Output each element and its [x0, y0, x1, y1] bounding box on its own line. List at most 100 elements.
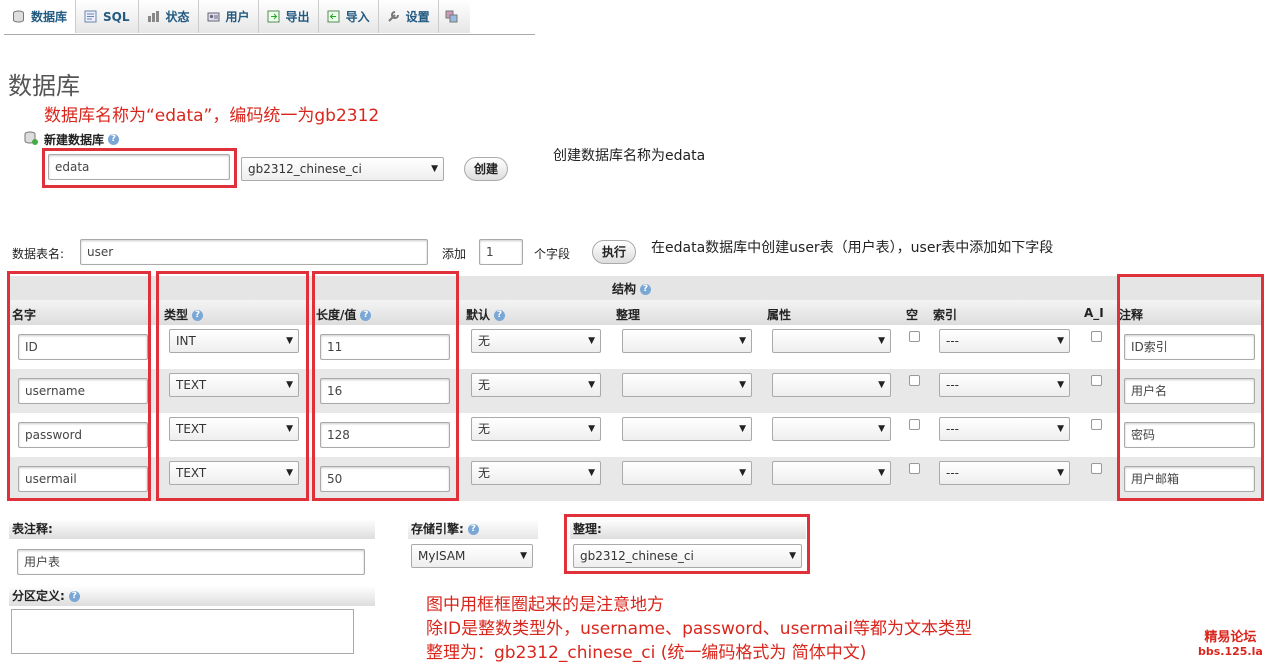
bottom-annotation-2: 除ID是整数类型外，username、password、usermail等都为文…: [426, 619, 973, 639]
field-default-select[interactable]: 无 ▼: [471, 373, 601, 397]
storage-engine-header: 存储引擎:?: [408, 519, 538, 539]
create-db-button[interactable]: 创建: [464, 157, 508, 181]
fields-label: 个字段: [534, 247, 571, 261]
field-index-select[interactable]: --- ▼: [939, 329, 1070, 353]
chevron-down-icon: ▼: [1057, 424, 1064, 434]
field-default-select[interactable]: 无 ▼: [471, 461, 601, 485]
tab-export[interactable]: 导出: [258, 0, 319, 33]
col-default: 默认?: [466, 306, 506, 323]
storage-engine-value: MyISAM: [418, 549, 466, 563]
help-icon[interactable]: ?: [494, 310, 506, 321]
field-index-select[interactable]: --- ▼: [939, 417, 1070, 441]
field-default-value: 无: [478, 466, 491, 480]
add-count-input[interactable]: 1: [479, 239, 523, 265]
field-attributes-select[interactable]: ▼: [772, 461, 891, 485]
storage-engine-select[interactable]: MyISAM ▼: [411, 544, 533, 568]
structure-label-text: 结构: [612, 282, 637, 296]
db-collation-select[interactable]: gb2312_chinese_ci ▼: [241, 157, 444, 181]
tab-settings-label: 设置: [405, 10, 430, 24]
tab-users-label: 用户: [225, 10, 250, 24]
field-index-value: ---: [946, 334, 959, 348]
col-ai: A_I: [1084, 306, 1104, 320]
watermark-line2: bbs.125.la: [1198, 645, 1263, 658]
chevron-down-icon: ▼: [739, 380, 746, 390]
help-icon[interactable]: ?: [68, 591, 80, 602]
field-attributes-select[interactable]: ▼: [772, 373, 891, 397]
field-collation-select[interactable]: ▼: [622, 461, 752, 485]
ai-checkbox[interactable]: [1091, 375, 1102, 386]
field-index-value: ---: [946, 378, 959, 392]
highlight-box-comment-column: [1117, 274, 1264, 501]
field-attributes-select[interactable]: ▼: [772, 417, 891, 441]
help-icon[interactable]: ?: [467, 524, 479, 535]
go-button[interactable]: 执行: [592, 240, 636, 264]
partition-label: 分区定义:: [12, 589, 65, 603]
table-comment-header: 表注释:: [9, 519, 375, 539]
db-collation-value: gb2312_chinese_ci: [248, 162, 362, 176]
table-comment-input[interactable]: 用户表: [17, 549, 365, 575]
new-db-header: 新建数据库 ?: [24, 131, 120, 148]
field-index-select[interactable]: --- ▼: [939, 373, 1070, 397]
highlight-box-collation: [564, 514, 810, 574]
help-icon[interactable]: ?: [108, 134, 120, 145]
tab-more[interactable]: [438, 0, 470, 33]
field-collation-select[interactable]: ▼: [622, 373, 752, 397]
table-name-input[interactable]: user: [80, 239, 428, 265]
page-title: 数据库: [8, 72, 80, 100]
structure-label: 结构?: [612, 280, 652, 297]
partition-textarea[interactable]: [11, 609, 354, 654]
add-label: 添加: [442, 247, 467, 261]
null-checkbox[interactable]: [909, 419, 920, 430]
tab-settings[interactable]: 设置: [378, 0, 439, 33]
chevron-down-icon: ▼: [1057, 336, 1064, 346]
tab-status-label: 状态: [165, 10, 190, 24]
chevron-down-icon: ▼: [1057, 380, 1064, 390]
tab-status[interactable]: 状态: [138, 0, 199, 33]
field-collation-select[interactable]: ▼: [622, 329, 752, 353]
tab-sql[interactable]: SQL: [76, 0, 139, 33]
highlight-box-length-column: [312, 271, 459, 501]
highlight-box-type-column: [156, 271, 309, 501]
storage-engine-label: 存储引擎:: [411, 522, 464, 536]
bottom-annotation-1: 图中用框框圈起来的是注意地方: [426, 595, 664, 615]
chevron-down-icon: ▼: [739, 424, 746, 434]
chevron-down-icon: ▼: [588, 380, 595, 390]
create-table-annotation: 在edata数据库中创建user表（用户表），user表中添加如下字段: [651, 240, 1054, 256]
ai-checkbox[interactable]: [1091, 463, 1102, 474]
chevron-down-icon: ▼: [520, 551, 527, 561]
col-collation: 整理: [616, 308, 641, 322]
help-icon[interactable]: ?: [640, 284, 652, 295]
field-attributes-select[interactable]: ▼: [772, 329, 891, 353]
tab-sql-label: SQL: [103, 9, 130, 24]
status-icon: [147, 10, 160, 23]
field-default-select[interactable]: 无 ▼: [471, 329, 601, 353]
watermark: 精易论坛 bbs.125.la: [1198, 631, 1263, 659]
tab-database[interactable]: 数据库: [4, 0, 77, 33]
ai-checkbox[interactable]: [1091, 419, 1102, 430]
field-default-value: 无: [478, 422, 491, 436]
highlight-box-db-name: [42, 148, 237, 188]
null-checkbox[interactable]: [909, 463, 920, 474]
tab-users[interactable]: 用户: [198, 0, 259, 33]
settings-icon: [387, 10, 400, 23]
chevron-down-icon: ▼: [739, 336, 746, 346]
ai-checkbox[interactable]: [1091, 331, 1102, 342]
tab-import-label: 导入: [345, 10, 370, 24]
null-checkbox[interactable]: [909, 331, 920, 342]
field-index-value: ---: [946, 466, 959, 480]
chevron-down-icon: ▼: [878, 424, 885, 434]
highlight-box-name-column: [7, 271, 151, 501]
field-default-select[interactable]: 无 ▼: [471, 417, 601, 441]
col-null: 空: [906, 308, 919, 322]
watermark-line1: 精易论坛: [1204, 630, 1257, 645]
top-tab-bar: 数据库 SQL 状态 用户 导出 导入 设置: [4, 0, 535, 35]
null-checkbox[interactable]: [909, 375, 920, 386]
field-collation-select[interactable]: ▼: [622, 417, 752, 441]
field-index-select[interactable]: --- ▼: [939, 461, 1070, 485]
tab-import[interactable]: 导入: [318, 0, 379, 33]
create-db-annotation: 创建数据库名称为edata: [553, 148, 706, 164]
users-icon: [207, 10, 220, 23]
sql-icon: [84, 10, 97, 23]
table-name-label: 数据表名:: [12, 247, 65, 261]
chevron-down-icon: ▼: [878, 468, 885, 478]
